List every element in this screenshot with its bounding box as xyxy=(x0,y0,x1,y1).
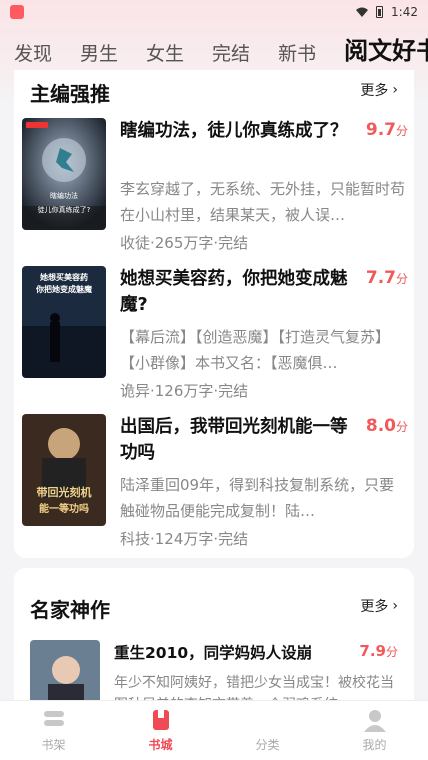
book-description: 陆泽重回09年，得到科技复制系统，只要触碰物品便能完成复制！陆… xyxy=(120,476,395,520)
nav-bookstore[interactable]: 书城 xyxy=(121,708,201,753)
status-bar: 1:42 xyxy=(0,0,428,24)
book-meta: 收徒·265万字·完结 xyxy=(120,234,249,252)
nav-label: 书城 xyxy=(148,738,173,752)
book-item[interactable]: 带回光刻机 能一等功吗 出国后，我带回光刻机能一等功吗 8.0分 陆泽重回09年… xyxy=(22,414,408,548)
bookstore-icon xyxy=(152,710,169,730)
book-meta: 科技·124万字·完结 xyxy=(120,530,249,548)
more-label: 更多 xyxy=(360,83,389,99)
battery-icon xyxy=(376,6,384,18)
book-title[interactable]: 瞎编功法，徒儿你真练成了？ xyxy=(120,118,352,144)
app-notification-icon xyxy=(10,5,24,19)
tab-female[interactable]: 女生 xyxy=(146,39,184,74)
tab-new[interactable]: 新书 xyxy=(278,39,316,74)
book-description: 李玄穿越了，无系统、无外挂，只能暂时苟在小山村里，结果某天，被人误… xyxy=(120,180,406,224)
section-title: 名家神作 xyxy=(30,598,110,622)
more-button[interactable]: 更多 › xyxy=(360,596,398,616)
svg-text:她想买美容药: 她想买美容药 xyxy=(40,272,88,282)
category-tabs: 发现 男生 女生 完结 新书 阅文好书 xyxy=(0,30,428,74)
editor-picks-card: 主编强推 更多 › 瞎编功法 徒儿你真练成了? 瞎编功法，徒儿你真练成了？ 9.… xyxy=(14,70,414,558)
bottom-nav: 书架 书城 分类 我的 xyxy=(0,700,428,760)
tab-male[interactable]: 男生 xyxy=(80,39,118,74)
book-cover[interactable]: 瞎编功法 徒儿你真练成了? xyxy=(22,118,106,230)
wifi-icon xyxy=(356,7,369,17)
nav-profile[interactable]: 我的 xyxy=(335,708,415,753)
bookshelf-icon xyxy=(43,711,64,726)
book-title[interactable]: 出国后，我带回光刻机能一等功吗 xyxy=(120,414,352,466)
svg-text:瞎编功法: 瞎编功法 xyxy=(50,191,78,200)
nav-label: 分类 xyxy=(255,738,280,752)
chevron-right-icon: › xyxy=(392,598,398,614)
book-cover[interactable]: 带回光刻机 能一等功吗 xyxy=(22,414,106,526)
svg-text:带回光刻机: 带回光刻机 xyxy=(37,485,92,499)
book-cover[interactable]: 她想买美容药 你把她变成魅魔 xyxy=(22,266,106,378)
tab-completed[interactable]: 完结 xyxy=(212,39,250,74)
book-title[interactable]: 重生2010，同学妈妈人设崩 xyxy=(114,640,346,666)
more-button[interactable]: 更多 › xyxy=(360,80,398,100)
category-icon xyxy=(258,712,267,720)
svg-text:你把她变成魅魔: 你把她变成魅魔 xyxy=(35,284,92,294)
tab-good-books[interactable]: 阅文好书 xyxy=(344,31,428,74)
section-title: 主编强推 xyxy=(30,82,110,106)
nav-category[interactable]: 分类 xyxy=(228,708,308,753)
book-meta: 诡异·126万字·完结 xyxy=(120,382,249,400)
svg-text:徒儿你真练成了?: 徒儿你真练成了? xyxy=(38,205,91,214)
tab-discover[interactable]: 发现 xyxy=(14,39,52,74)
book-title[interactable]: 她想买美容药，你把她变成魅魔? xyxy=(120,266,352,318)
more-label: 更多 xyxy=(360,599,389,615)
book-score: 8.0分 xyxy=(365,416,408,436)
book-item[interactable]: 她想买美容药 你把她变成魅魔 她想买美容药，你把她变成魅魔? 7.7分 【幕后流… xyxy=(22,266,408,400)
svg-text:能一等功吗: 能一等功吗 xyxy=(39,502,89,515)
book-item[interactable]: 瞎编功法 徒儿你真练成了? 瞎编功法，徒儿你真练成了？ 9.7分 李玄穿越了，无… xyxy=(22,118,408,252)
book-score: 9.7分 xyxy=(365,120,408,140)
profile-icon xyxy=(363,710,386,732)
nav-label: 书架 xyxy=(41,738,66,752)
book-score: 7.9分 xyxy=(359,642,398,660)
nav-bookshelf[interactable]: 书架 xyxy=(14,708,94,753)
chevron-right-icon: › xyxy=(392,82,398,98)
book-score: 7.7分 xyxy=(365,268,408,288)
book-description: 【幕后流】【创造恶魔】【打造灵气复苏】【小群像】本书又名：【恶魔俱… xyxy=(120,328,391,372)
nav-label: 我的 xyxy=(362,738,387,752)
status-time: 1:42 xyxy=(391,5,418,19)
